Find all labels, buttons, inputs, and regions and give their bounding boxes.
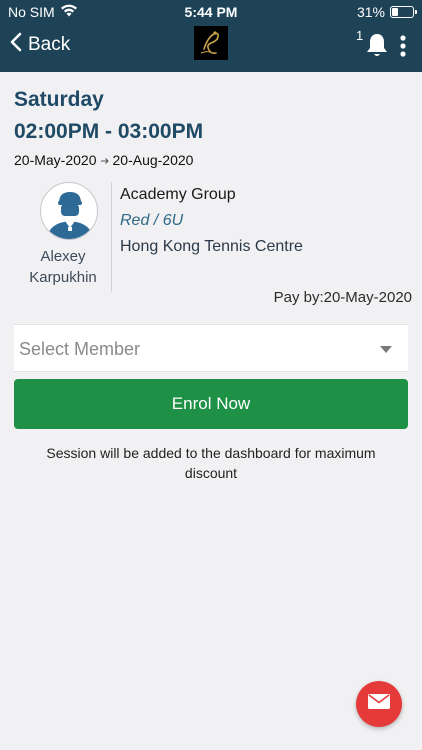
more-vertical-icon[interactable] (400, 35, 406, 62)
back-label: Back (28, 34, 71, 55)
end-date: 20-Aug-2020 (112, 152, 194, 168)
caret-down-icon (380, 346, 392, 353)
select-member-placeholder: Select Member (19, 339, 141, 359)
select-member-dropdown[interactable]: Select Member (14, 324, 408, 372)
battery-status: 31% (356, 4, 417, 20)
back-button[interactable]: Back (10, 32, 70, 58)
notification-count: 1 (356, 28, 364, 43)
battery-icon (390, 6, 417, 18)
level: Red / 6U (120, 212, 184, 229)
group-name: Academy Group (120, 186, 236, 203)
enrol-now-button[interactable]: Enrol Now (14, 379, 408, 429)
coach-card: Alexey Karpukhin (14, 182, 112, 292)
top-bar: No SIM 5:44 PM 31% Back 1 (0, 0, 422, 72)
session-info: Academy Group Red / 6U Hong Kong Tennis … (120, 186, 303, 256)
arrow-right-icon (100, 152, 110, 168)
session-time-range: 02:00PM - 03:00PM (14, 120, 204, 143)
bell-icon (365, 32, 389, 63)
battery-percent: 31% (356, 4, 385, 20)
coach-avatar-icon (40, 182, 98, 240)
envelope-icon (368, 694, 390, 714)
venue: Hong Kong Tennis Centre (120, 238, 303, 255)
coach-name: Alexey Karpukhin (29, 248, 97, 286)
chevron-left-icon (10, 32, 22, 58)
start-date: 20-May-2020 (14, 152, 97, 168)
discount-note: Session will be added to the dashboard f… (46, 445, 376, 481)
enrol-now-label: Enrol Now (171, 394, 251, 413)
session-header: Saturday 02:00PM - 03:00PM 20-May-2020 2… (14, 88, 408, 168)
status-bar: No SIM 5:44 PM 31% (0, 0, 422, 24)
battery-fill (392, 8, 398, 16)
session-date-range: 20-May-2020 20-Aug-2020 (14, 152, 408, 168)
dancer-logo (194, 26, 228, 60)
session-day: Saturday (14, 88, 104, 111)
pay-by-date: Pay by:20-May-2020 (273, 289, 412, 306)
email-fab-button[interactable] (356, 681, 402, 727)
